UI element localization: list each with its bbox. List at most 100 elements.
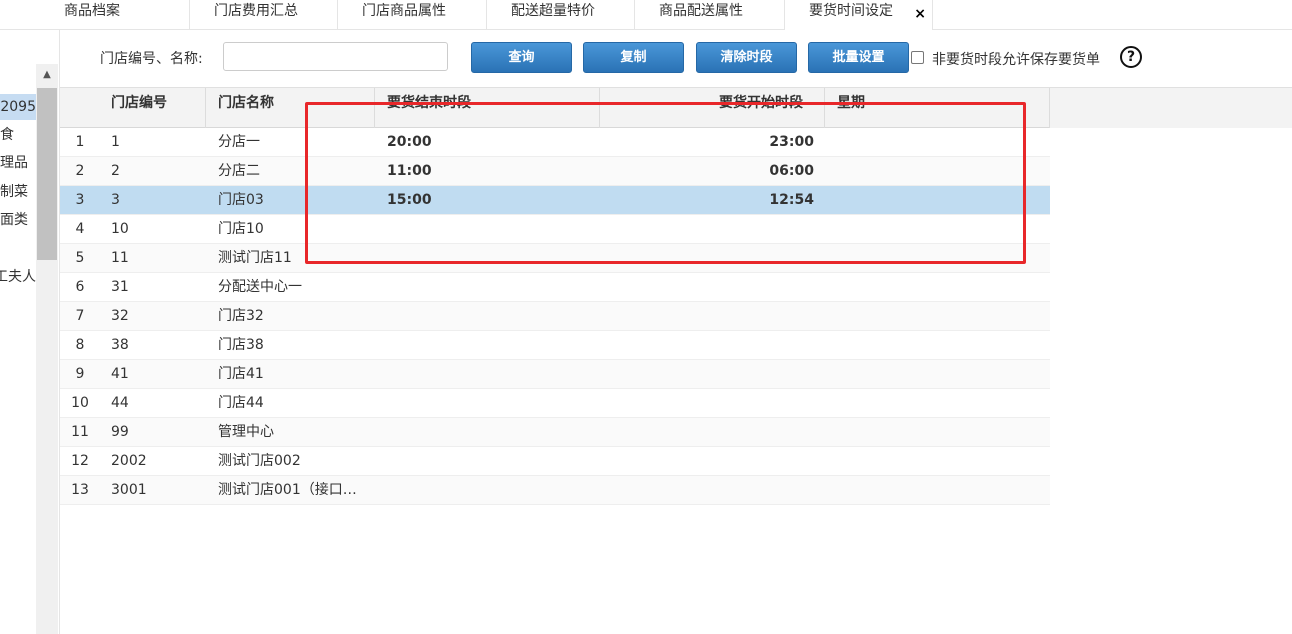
table-row[interactable]: 2 2 分店二 11:00 06:00 [60, 157, 1050, 186]
table-row[interactable]: 6 31 分配送中心一 [60, 273, 1050, 302]
tab-product-archive[interactable]: 商品档案 [40, 0, 190, 30]
cell-order-end[interactable] [387, 302, 587, 331]
sidebar-item[interactable]: 工夫人 [0, 264, 36, 290]
scrollbar-thumb[interactable] [37, 88, 57, 260]
cell-store-code: 11 [111, 250, 129, 266]
cell-order-start[interactable] [600, 273, 814, 302]
cell-store-name: 管理中心 [218, 424, 274, 440]
row-index: 11 [71, 424, 89, 440]
table-row[interactable]: 1 1 分店一 20:00 23:00 [60, 128, 1050, 157]
header-store-name[interactable]: 门店名称 [206, 88, 375, 128]
cell-order-start[interactable] [600, 302, 814, 331]
table-row[interactable]: 4 10 门店10 [60, 215, 1050, 244]
cell-weekday[interactable] [835, 186, 1035, 215]
cell-store-code: 10 [111, 221, 129, 237]
copy-button[interactable]: 复制 [583, 42, 684, 73]
row-index: 13 [71, 482, 89, 498]
cell-order-end[interactable] [387, 418, 587, 447]
cell-weekday[interactable] [835, 447, 1035, 476]
cell-order-start[interactable] [600, 476, 814, 505]
header-order-start[interactable]: 要货开始时段 [600, 88, 825, 128]
table-row[interactable]: 11 99 管理中心 [60, 418, 1050, 447]
table-row[interactable]: 10 44 门店44 [60, 389, 1050, 418]
row-index: 10 [71, 395, 89, 411]
cell-order-end[interactable] [387, 331, 587, 360]
cell-weekday[interactable] [835, 476, 1035, 505]
table-row[interactable]: 12 2002 测试门店002 [60, 447, 1050, 476]
cell-store-code: 44 [111, 395, 129, 411]
table-row[interactable]: 8 38 门店38 [60, 331, 1050, 360]
search-label: 门店编号、名称: [100, 51, 203, 67]
tab-store-fee-summary[interactable]: 门店费用汇总 [190, 0, 338, 30]
cell-order-start[interactable]: 12:54 [600, 186, 814, 215]
cell-order-start[interactable] [600, 418, 814, 447]
table-row[interactable]: 5 11 测试门店11 [60, 244, 1050, 273]
cell-weekday[interactable] [835, 360, 1035, 389]
cell-order-start[interactable]: 06:00 [600, 157, 814, 186]
search-input[interactable] [223, 42, 448, 71]
clear-period-button[interactable]: 清除时段 [696, 42, 797, 73]
cell-order-start[interactable] [600, 215, 814, 244]
cell-weekday[interactable] [835, 331, 1035, 360]
sidebar-item[interactable]: 制菜 [0, 179, 36, 205]
cell-order-start[interactable]: 23:00 [600, 128, 814, 157]
cell-order-end[interactable] [387, 476, 587, 505]
cell-store-code: 41 [111, 366, 129, 382]
table-row[interactable]: 9 41 门店41 [60, 360, 1050, 389]
cell-weekday[interactable] [835, 302, 1035, 331]
sidebar: ▲ 类2095 食 理品 制菜 面类 工夫人 [0, 30, 60, 634]
tab-store-product-attr[interactable]: 门店商品属性 [338, 0, 487, 30]
cell-weekday[interactable] [835, 128, 1035, 157]
cell-order-end[interactable] [387, 447, 587, 476]
cell-store-code: 2 [111, 163, 120, 179]
cell-order-end[interactable] [387, 360, 587, 389]
header-order-end[interactable]: 要货结束时段 [375, 88, 600, 128]
cell-order-end[interactable]: 15:00 [387, 186, 587, 215]
cell-order-end[interactable] [387, 389, 587, 418]
tab-order-time-setting[interactable]: 要货时间设定 × [785, 0, 933, 30]
cell-store-name: 测试门店002 [218, 453, 301, 469]
cell-store-name: 门店03 [218, 192, 264, 208]
sidebar-item[interactable]: 理品 [0, 150, 36, 176]
cell-order-end[interactable]: 20:00 [387, 128, 587, 157]
scroll-up-icon[interactable]: ▲ [36, 64, 58, 86]
cell-weekday[interactable] [835, 273, 1035, 302]
cell-order-start[interactable] [600, 447, 814, 476]
sidebar-item[interactable]: 类2095 [0, 94, 36, 120]
header-weekday[interactable]: 星期 [825, 88, 1050, 128]
cell-weekday[interactable] [835, 244, 1035, 273]
cell-order-start[interactable] [600, 331, 814, 360]
tab-delivery-overqty-price[interactable]: 配送超量特价 [487, 0, 635, 30]
cell-weekday[interactable] [835, 389, 1035, 418]
cell-store-name: 分店一 [218, 134, 260, 150]
cell-store-name: 测试门店001（接口… [218, 482, 357, 498]
help-icon[interactable]: ? [1120, 46, 1142, 68]
allow-save-checkbox[interactable] [911, 51, 924, 64]
cell-weekday[interactable] [835, 418, 1035, 447]
cell-order-start[interactable] [600, 389, 814, 418]
tab-label: 要货时间设定 [809, 3, 893, 19]
cell-store-code: 3 [111, 192, 120, 208]
cell-order-end[interactable] [387, 244, 587, 273]
grid-header: 门店编号 门店名称 要货结束时段 要货开始时段 星期 [60, 87, 1292, 128]
header-store-code[interactable]: 门店编号 [100, 88, 206, 128]
close-icon[interactable]: × [914, 3, 926, 25]
tab-product-delivery-attr[interactable]: 商品配送属性 [635, 0, 785, 30]
cell-order-end[interactable] [387, 215, 587, 244]
batch-settings-button[interactable]: 批量设置 [808, 42, 909, 73]
sidebar-item[interactable]: 面类 [0, 207, 36, 233]
query-button[interactable]: 查询 [471, 42, 572, 73]
header-index [60, 88, 100, 128]
cell-order-end[interactable] [387, 273, 587, 302]
table-row[interactable]: 7 32 门店32 [60, 302, 1050, 331]
row-index: 5 [75, 250, 85, 266]
cell-store-name: 门店32 [218, 308, 264, 324]
cell-weekday[interactable] [835, 157, 1035, 186]
cell-order-start[interactable] [600, 360, 814, 389]
cell-weekday[interactable] [835, 215, 1035, 244]
table-row[interactable]: 13 3001 测试门店001（接口… [60, 476, 1050, 505]
cell-order-start[interactable] [600, 244, 814, 273]
sidebar-item[interactable]: 食 [0, 122, 36, 148]
cell-order-end[interactable]: 11:00 [387, 157, 587, 186]
table-row[interactable]: 3 3 门店03 15:00 12:54 [60, 186, 1050, 215]
